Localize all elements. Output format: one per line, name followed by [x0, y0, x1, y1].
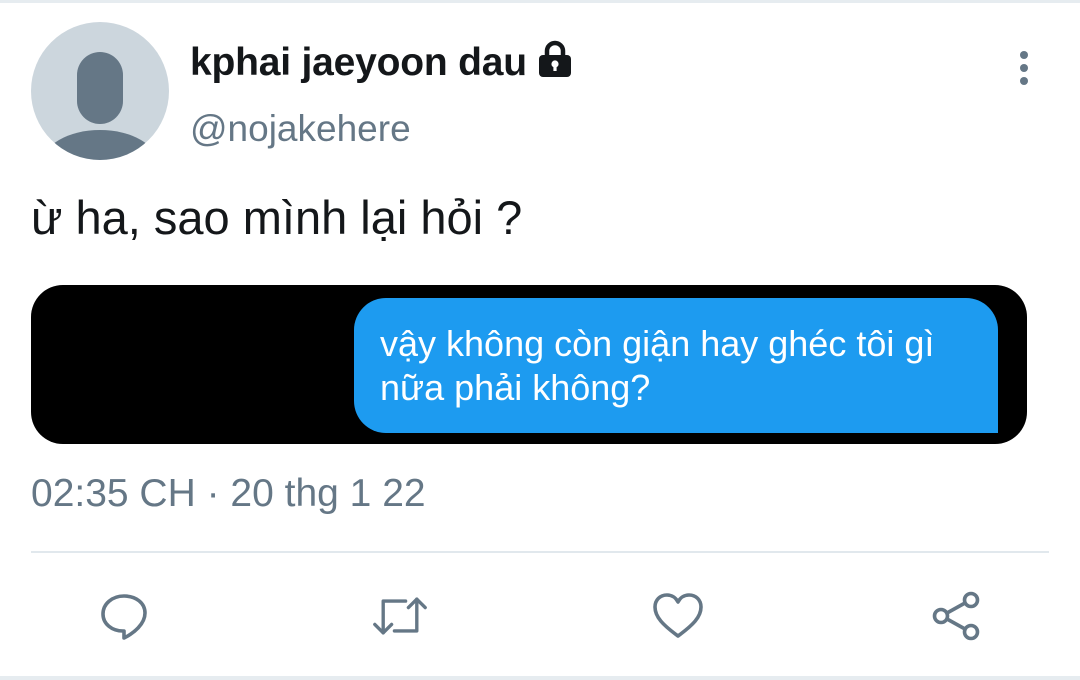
tweet-media-image[interactable]: vậy không còn giận hay ghéc tôi gì nữa p… [31, 285, 1027, 444]
more-options-button[interactable] [1004, 45, 1044, 91]
share-button[interactable] [928, 588, 984, 644]
divider [31, 551, 1049, 553]
heart-icon [653, 593, 703, 638]
tweet-timestamp[interactable]: 02:35 CH · 20 thg 1 22 [31, 472, 426, 516]
display-name[interactable]: kphai jaeyoon dau [190, 41, 527, 85]
reply-button[interactable] [96, 588, 152, 644]
user-handle[interactable]: @nojakehere [190, 108, 411, 150]
retweet-icon [373, 597, 427, 635]
chat-bubble-text: vậy không còn giận hay ghéc tôi gì nữa p… [380, 323, 935, 408]
top-divider [0, 0, 1080, 3]
lock-icon [535, 39, 575, 79]
avatar[interactable] [31, 22, 169, 160]
chat-bubble: vậy không còn giận hay ghéc tôi gì nữa p… [354, 298, 998, 433]
tweet-actions-bar [0, 580, 1080, 655]
bottom-divider [0, 676, 1080, 680]
reply-icon [101, 594, 147, 640]
default-avatar-icon [42, 52, 158, 160]
more-vertical-icon [1020, 51, 1028, 85]
retweet-button[interactable] [372, 588, 428, 644]
tweet-text: ừ ha, sao mình lại hỏi ? [31, 191, 523, 244]
share-icon [932, 591, 980, 641]
like-button[interactable] [650, 588, 706, 644]
author-name-row: kphai jaeyoon dau [190, 38, 575, 88]
